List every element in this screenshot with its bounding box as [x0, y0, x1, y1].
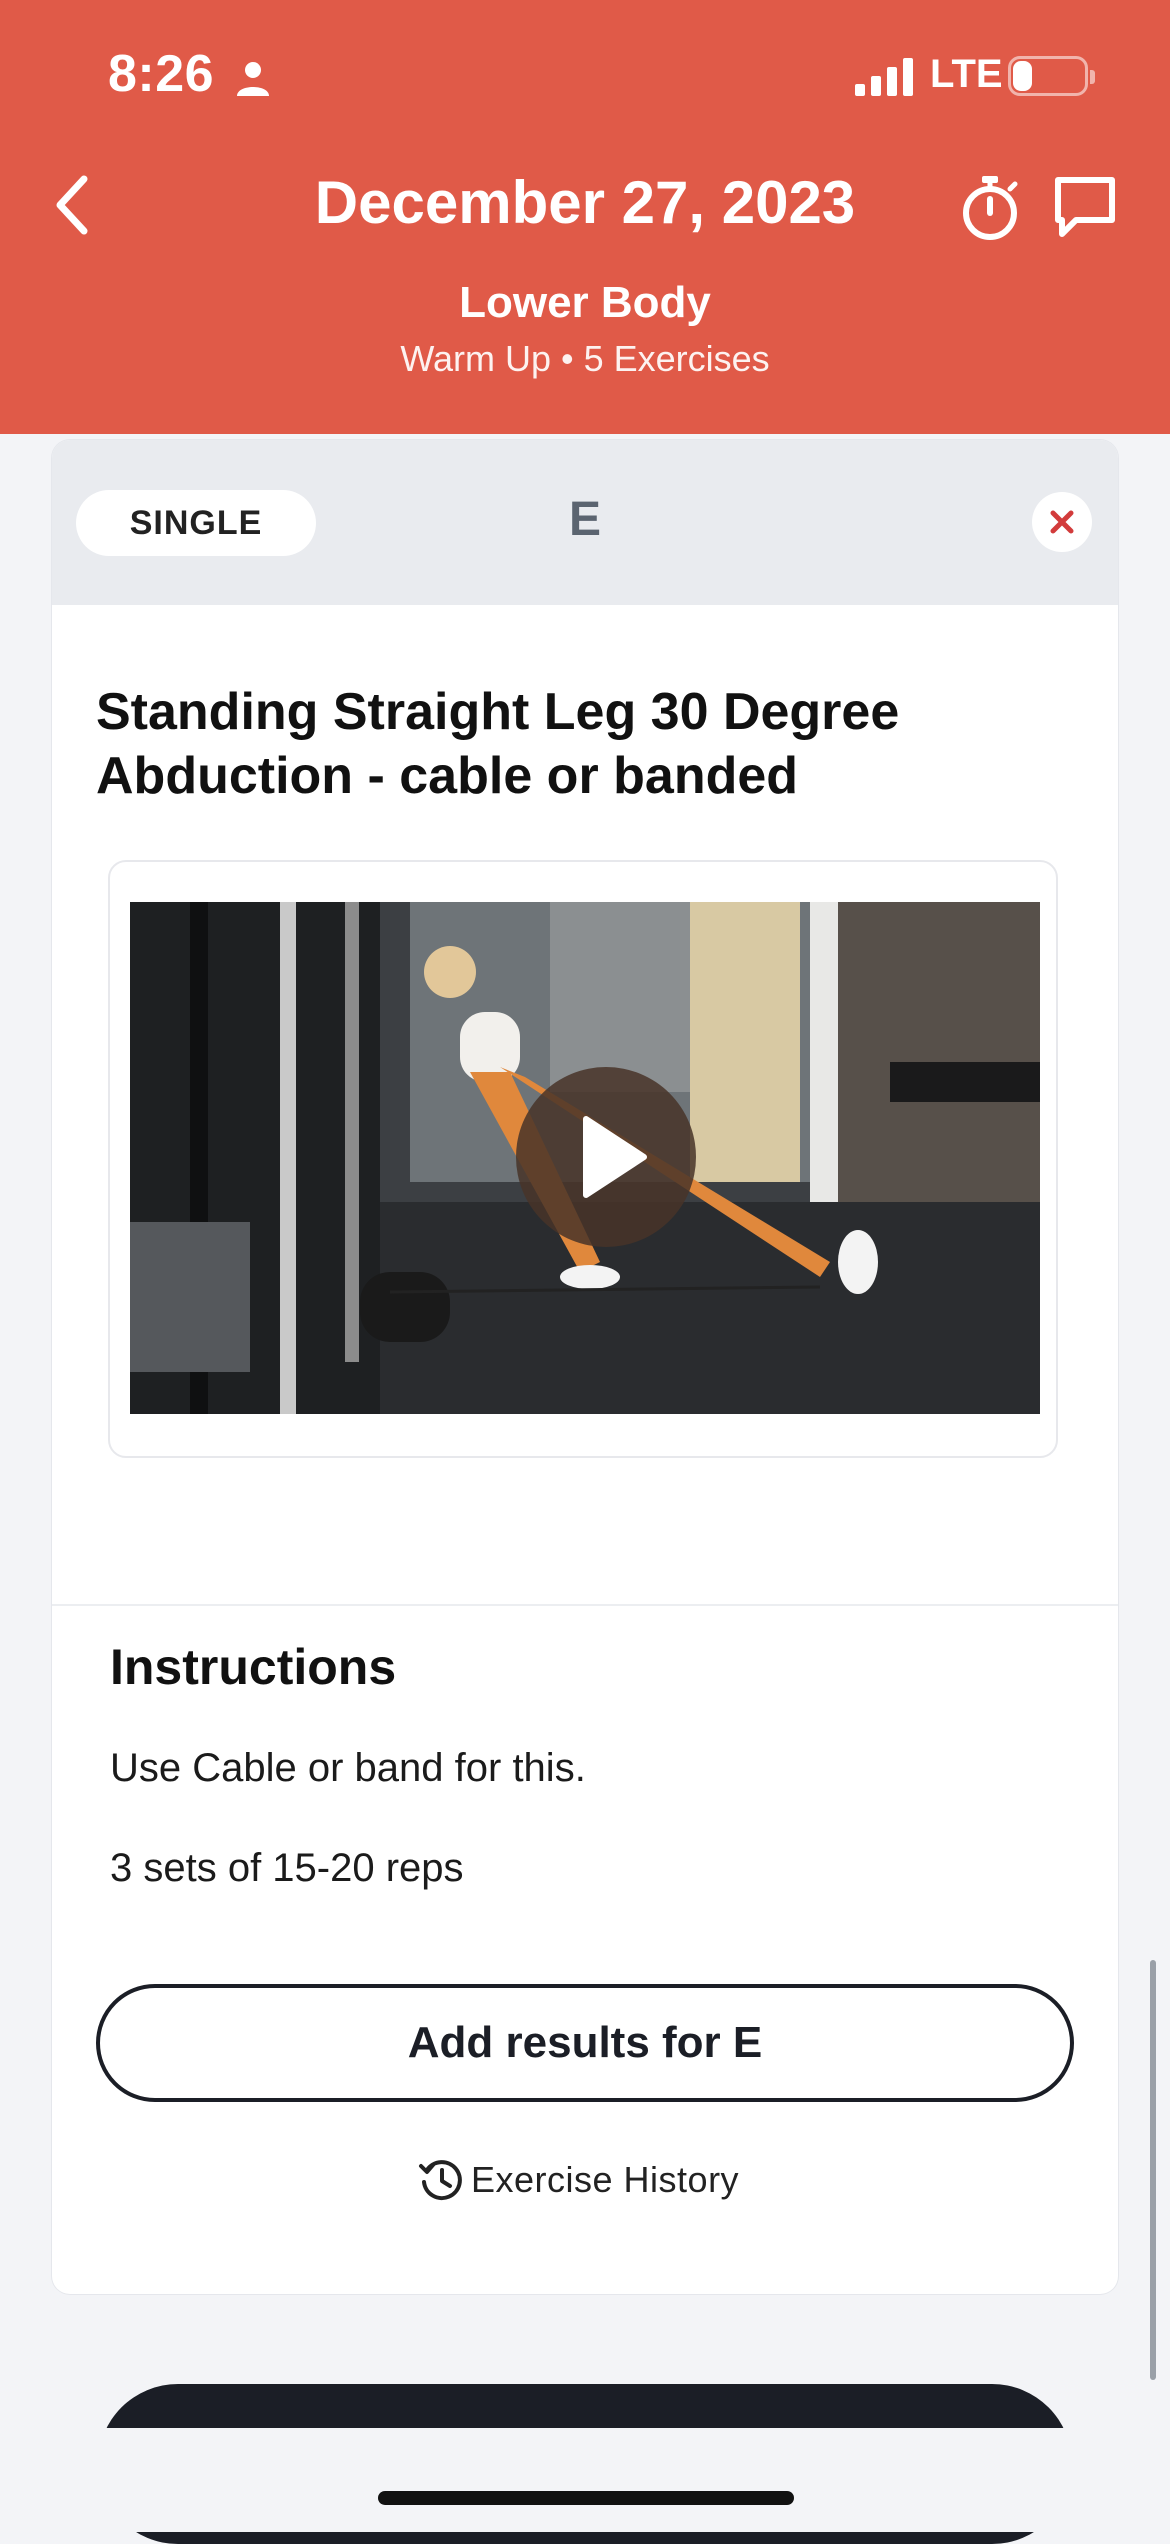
timer-button[interactable] — [955, 172, 1025, 242]
history-clock-icon — [419, 2160, 462, 2201]
section-divider — [52, 1604, 1118, 1606]
home-indicator[interactable] — [378, 2491, 794, 2505]
exercise-history-label: Exercise History — [471, 2159, 740, 2200]
bottom-safe-area — [0, 2428, 1170, 2532]
instruction-line: Use Cable or band for this. — [110, 1746, 586, 1790]
signal-bars-icon — [855, 58, 913, 96]
person-icon — [237, 62, 269, 96]
network-type: LTE — [930, 52, 1003, 96]
workout-meta: Warm Up • 5 Exercises — [400, 338, 770, 379]
play-button[interactable] — [516, 1067, 696, 1247]
exercise-letter: E — [568, 493, 601, 546]
battery-icon: 27 — [1008, 56, 1088, 96]
card-header: SINGLE E — [52, 440, 1118, 605]
back-button[interactable] — [40, 165, 110, 245]
video-container — [108, 860, 1058, 1458]
play-icon — [583, 1116, 647, 1198]
scrollbar[interactable] — [1150, 1960, 1156, 2380]
comments-button[interactable] — [1050, 172, 1120, 242]
chat-bubble-icon — [1055, 177, 1115, 237]
remove-exercise-button[interactable] — [1032, 492, 1092, 552]
instructions-heading: Instructions — [110, 1639, 397, 1695]
battery-percent: 27 — [1031, 59, 1065, 92]
status-bar: 8:26 LTE 27 — [0, 0, 1170, 150]
close-icon — [1050, 510, 1074, 534]
exercise-title: Standing Straight Leg 30 Degree Abductio… — [96, 683, 900, 805]
status-time: 8:26 — [108, 45, 215, 103]
back-chevron-icon — [56, 175, 88, 235]
workout-date-title: December 27, 2023 — [314, 169, 856, 236]
stopwatch-icon — [963, 176, 1018, 240]
exercise-video[interactable] — [130, 902, 1040, 1414]
exercise-type-pill: SINGLE — [76, 490, 316, 556]
workout-header: 8:26 LTE 27 December 27, 2023 Lower Body… — [0, 0, 1170, 434]
instruction-line: 3 sets of 15-20 reps — [110, 1846, 464, 1890]
exercise-history-link[interactable]: Exercise History — [417, 2152, 739, 2208]
battery-nub — [1090, 70, 1095, 84]
add-results-button[interactable]: Add results for E — [96, 1984, 1074, 2102]
workout-name: Lower Body — [459, 278, 711, 327]
exercise-card: SINGLE E Standing Straight Leg 30 Degree… — [52, 440, 1118, 2294]
